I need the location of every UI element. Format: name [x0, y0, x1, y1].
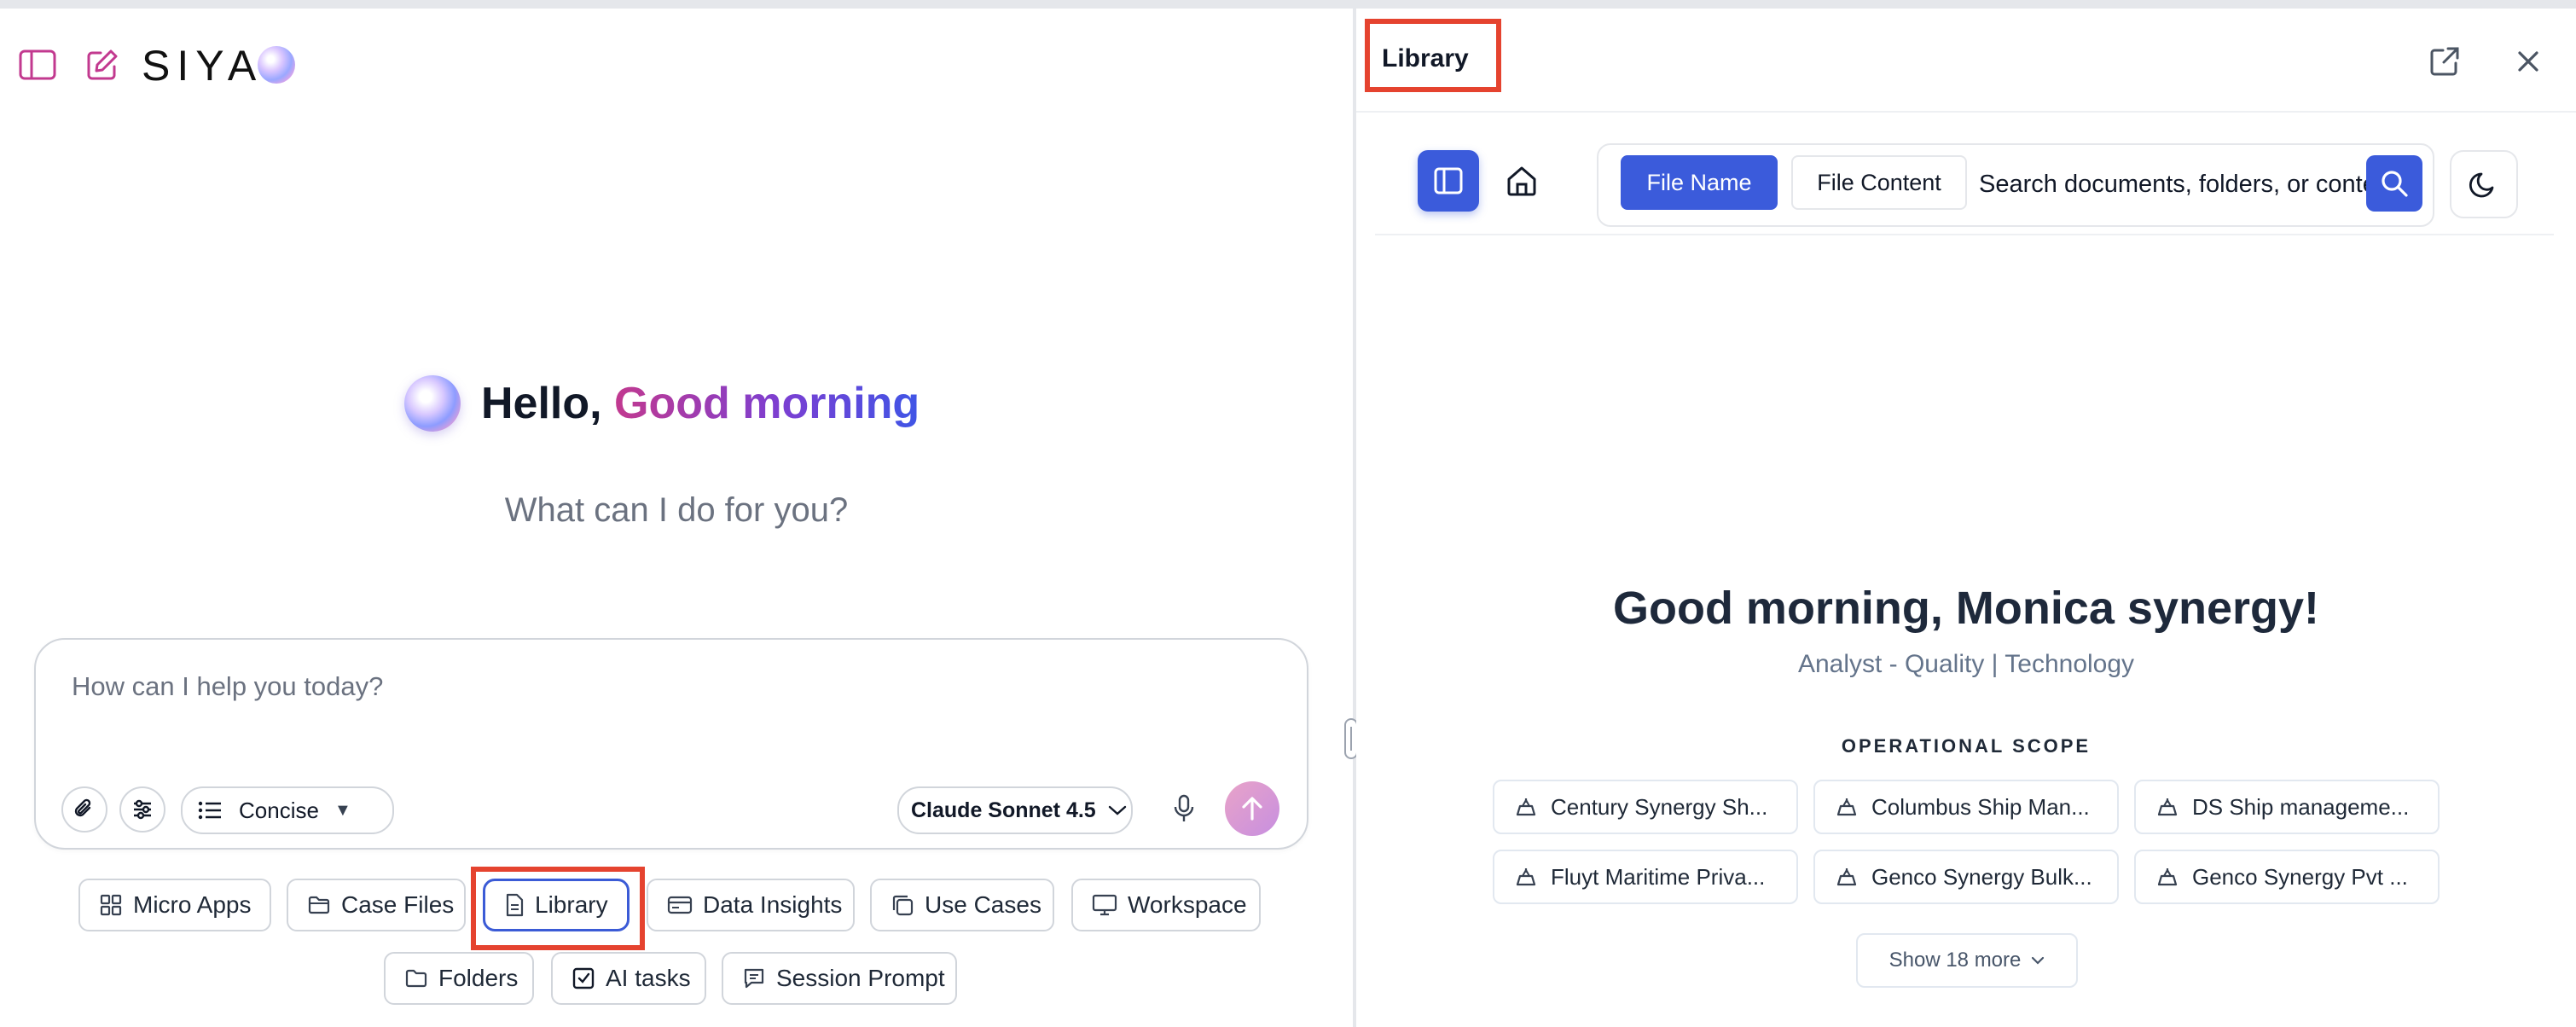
folder-icon	[405, 969, 427, 988]
paperclip-icon	[74, 798, 91, 817]
scope-item[interactable]: Fluyt Maritime Priva...	[1493, 850, 1798, 904]
model-select[interactable]: Claude Sonnet 4.5	[897, 786, 1133, 834]
chip-label: Folders	[438, 965, 519, 991]
chip-label: AI tasks	[606, 965, 691, 991]
library-sidebar-toggle[interactable]	[1418, 150, 1479, 212]
chip-ai-tasks[interactable]: AI tasks	[551, 952, 706, 1005]
scope-item-label: Century Synergy Sh...	[1551, 793, 1768, 820]
home-button[interactable]	[1501, 160, 1542, 201]
microphone-icon	[1174, 794, 1194, 821]
top-edge	[0, 0, 2576, 9]
scope-item[interactable]: Century Synergy Sh...	[1493, 780, 1798, 834]
greeting-highlight: Good morning	[614, 379, 920, 428]
library-panel: Library File Name File Content Good morn…	[1356, 9, 2576, 1027]
chip-folders[interactable]: Folders	[384, 952, 534, 1005]
ship-icon	[1516, 867, 1536, 886]
message-icon	[744, 968, 764, 989]
send-button[interactable]	[1225, 781, 1279, 836]
scope-item[interactable]: Genco Synergy Pvt ...	[2134, 850, 2440, 904]
caret-down-icon: ▼	[334, 800, 351, 820]
sidebar-toggle-icon[interactable]	[15, 43, 60, 87]
scope-item-label: Fluyt Maritime Priva...	[1551, 863, 1766, 890]
highlight-box-library-chip	[471, 867, 645, 950]
chip-label: Session Prompt	[776, 965, 945, 991]
ship-icon	[1836, 798, 1857, 816]
scope-item[interactable]: DS Ship manageme...	[2134, 780, 2440, 834]
welcome-heading: Good morning, Monica synergy!	[1612, 583, 2320, 634]
show-more-label: Show 18 more	[1888, 949, 2022, 972]
scope-item-label: Columbus Ship Man...	[1871, 793, 2090, 820]
scope-item[interactable]: Columbus Ship Man...	[1813, 780, 2119, 834]
chip-workspace[interactable]: Workspace	[1071, 879, 1261, 931]
assistant-orb-icon	[404, 375, 461, 432]
chevron-down-icon	[1108, 805, 1126, 815]
ship-icon	[2157, 867, 2178, 886]
user-role: Analyst - Quality | Technology	[1797, 650, 2135, 678]
chip-label: Micro Apps	[133, 891, 252, 918]
search-mode-file-content[interactable]: File Content	[1791, 155, 1967, 210]
home-icon	[1507, 166, 1536, 196]
scope-item-label: DS Ship manageme...	[2192, 793, 2410, 820]
show-more-button[interactable]: Show 18 more	[1856, 933, 2078, 988]
arrow-up-icon	[1242, 797, 1262, 821]
header-divider	[1356, 111, 2576, 113]
logo-text: SIYA	[142, 42, 264, 90]
model-label: Claude Sonnet 4.5	[911, 798, 1096, 822]
ship-icon	[1516, 798, 1536, 816]
scope-item-label: Genco Synergy Bulk...	[1871, 863, 2092, 890]
theme-toggle-button[interactable]	[2450, 150, 2518, 218]
close-icon[interactable]	[2508, 41, 2549, 82]
scope-item-label: Genco Synergy Pvt ...	[2192, 863, 2408, 890]
chat-composer: Concise ▼ Claude Sonnet 4.5	[34, 638, 1308, 850]
chip-session-prompt[interactable]: Session Prompt	[722, 952, 957, 1005]
chevron-down-icon	[2032, 956, 2045, 965]
settings-button[interactable]	[119, 786, 165, 833]
chip-use-cases[interactable]: Use Cases	[870, 879, 1054, 931]
chip-label: Case Files	[341, 891, 455, 918]
search-submit-button[interactable]	[2366, 155, 2422, 212]
card-icon	[667, 896, 693, 914]
library-search-bar: File Name File Content	[1597, 143, 2434, 227]
copy-icon	[892, 895, 914, 916]
grid-icon	[100, 894, 122, 916]
monitor-icon	[1092, 894, 1117, 916]
checkbox-icon	[572, 967, 595, 989]
response-mode-select[interactable]: Concise ▼	[181, 786, 394, 834]
subgreeting: What can I do for you?	[504, 491, 849, 529]
search-mode-file-name[interactable]: File Name	[1621, 155, 1778, 210]
scope-heading: OPERATIONAL SCOPE	[1841, 735, 2092, 757]
chat-input[interactable]	[70, 670, 1268, 703]
sliders-icon	[134, 799, 151, 820]
voice-input-button[interactable]	[1162, 786, 1206, 831]
ship-icon	[1836, 867, 1857, 886]
moon-icon	[2469, 172, 2494, 198]
toolbar-divider	[1375, 234, 2554, 235]
sidebar-icon	[1434, 167, 1463, 194]
list-icon	[198, 801, 221, 820]
library-search-input[interactable]	[1977, 162, 2373, 206]
chip-micro-apps[interactable]: Micro Apps	[78, 879, 271, 931]
greeting: Hello, Good morning	[404, 375, 920, 432]
greeting-prefix: Hello,	[481, 379, 615, 428]
chat-pane: SIYA Hello, Good morning What can I do f…	[0, 9, 1353, 1027]
folder-icon	[308, 896, 330, 914]
new-chat-icon[interactable]	[80, 43, 125, 87]
search-icon	[2382, 171, 2408, 197]
logo-orb-icon	[258, 46, 295, 84]
chip-label: Use Cases	[925, 891, 1041, 918]
scope-item[interactable]: Genco Synergy Bulk...	[1813, 850, 2119, 904]
attach-button[interactable]	[61, 786, 107, 833]
ship-icon	[2157, 798, 2178, 816]
chip-case-files[interactable]: Case Files	[287, 879, 466, 931]
chip-label: Data Insights	[703, 891, 843, 918]
response-mode-label: Concise	[239, 797, 319, 823]
open-external-icon[interactable]	[2424, 41, 2465, 82]
highlight-box-panel-title	[1365, 19, 1501, 92]
chip-data-insights[interactable]: Data Insights	[647, 879, 855, 931]
greeting-text: Hello, Good morning	[481, 378, 920, 429]
chip-label: Workspace	[1128, 891, 1247, 918]
